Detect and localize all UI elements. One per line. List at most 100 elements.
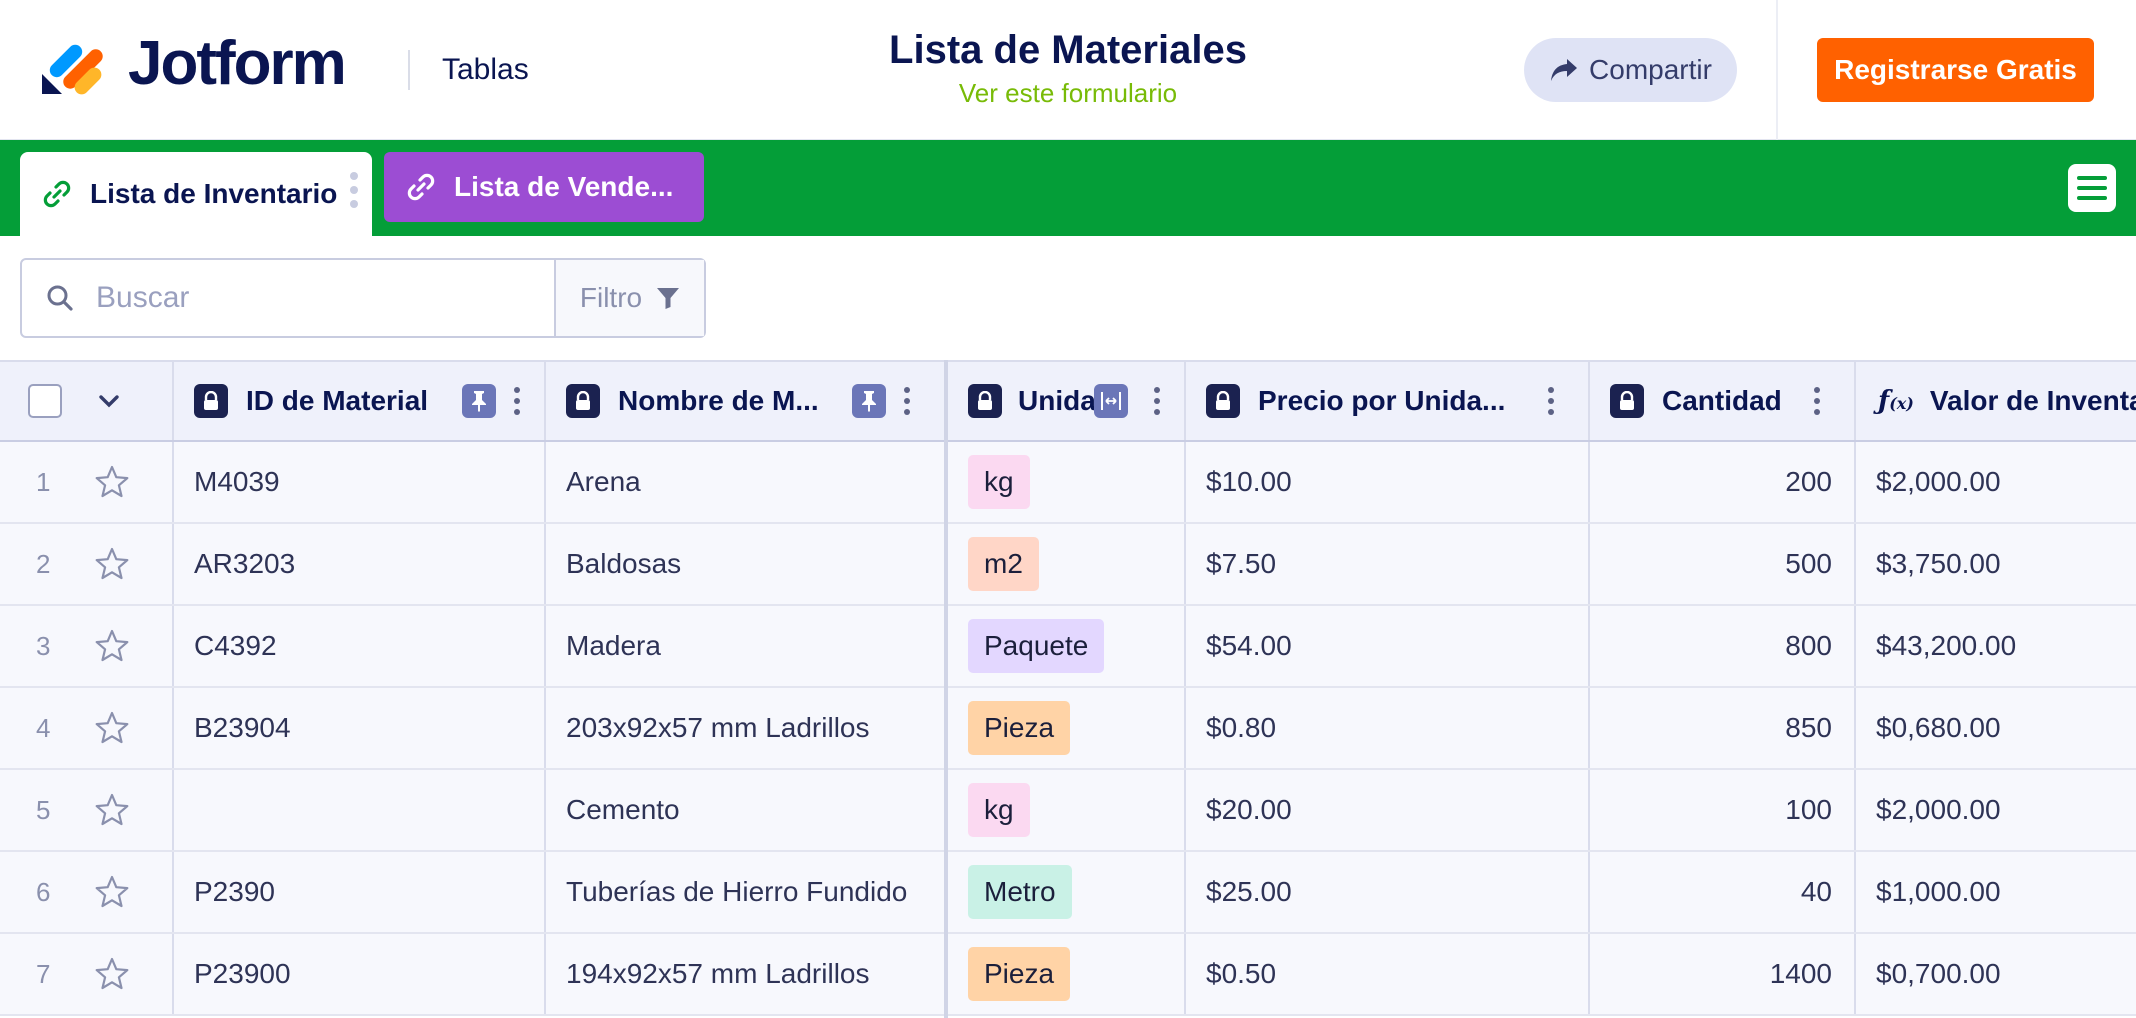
search-field[interactable] [22,260,556,336]
filter-button[interactable]: Filtro [556,260,704,336]
table-row[interactable]: 1 M4039 Arena kg $10.00 200 $2,000.00 [0,442,2136,524]
table-row[interactable]: 3 C4392 Madera Paquete $54.00 800 $43,200.00 [0,606,2136,688]
column-header-material-id[interactable]: ID de Material [174,362,546,440]
cell-unit[interactable]: m2 [946,524,1186,604]
lock-icon [1206,384,1240,418]
frozen-column-separator[interactable] [944,360,948,1018]
star-icon[interactable] [94,710,130,746]
cell-inventory-value[interactable]: $2,000.00 [1856,442,2136,522]
cell-material-name[interactable]: Cemento [546,770,946,850]
cell-unit[interactable]: Paquete [946,606,1186,686]
cell-unit-price[interactable]: $0.50 [1186,934,1590,1014]
row-number: 2 [36,548,51,579]
cell-material-name[interactable]: Madera [546,606,946,686]
star-icon[interactable] [94,792,130,828]
cell-quantity[interactable]: 850 [1590,688,1856,768]
cell-unit-price[interactable]: $10.00 [1186,442,1590,522]
cell-material-name[interactable]: 194x92x57 mm Ladrillos [546,934,946,1014]
share-label: Compartir [1589,54,1712,85]
cell-material-id[interactable]: M4039 [174,442,546,522]
column-header-unit-price[interactable]: Precio por Unida... [1186,362,1590,440]
row-number: 5 [36,794,51,825]
cell-quantity[interactable]: 500 [1590,524,1856,604]
cell-quantity[interactable]: 200 [1590,442,1856,522]
kebab-menu-icon[interactable] [514,387,520,415]
star-icon[interactable] [94,546,130,582]
kebab-menu-icon[interactable] [1153,387,1160,415]
table-header-row: ID de Material Nombre de M... Unida Prec… [0,360,2136,442]
cell-unit-price[interactable]: $25.00 [1186,852,1590,932]
cell-inventory-value[interactable]: $2,000.00 [1856,770,2136,850]
cell-inventory-value[interactable]: $0,680.00 [1856,688,2136,768]
share-button[interactable]: Compartir [1524,38,1737,102]
tab-options-icon[interactable] [350,172,358,208]
column-header-quantity[interactable]: Cantidad [1590,362,1856,440]
row-number: 1 [36,466,51,497]
star-icon[interactable] [94,464,130,500]
select-all-checkbox[interactable] [28,384,62,418]
star-icon[interactable] [94,628,130,664]
cell-inventory-value[interactable]: $3,750.00 [1856,524,2136,604]
cell-material-name[interactable]: Arena [546,442,946,522]
star-icon[interactable] [94,874,130,910]
cell-inventory-value[interactable]: $43,200.00 [1856,606,2136,686]
pin-icon[interactable] [852,384,886,418]
cell-material-id[interactable]: C4392 [174,606,546,686]
cell-quantity[interactable]: 40 [1590,852,1856,932]
column-header-material-name[interactable]: Nombre de M... [546,362,946,440]
cell-material-name[interactable]: Tuberías de Hierro Fundido [546,852,946,932]
cell-material-id[interactable] [174,770,546,850]
kebab-menu-icon[interactable] [904,387,910,415]
column-resize-icon[interactable] [1093,384,1128,418]
cell-material-name[interactable]: Baldosas [546,524,946,604]
table-row[interactable]: 2 AR3203 Baldosas m2 $7.50 500 $3,750.00 [0,524,2136,606]
hamburger-menu-icon[interactable] [2068,164,2116,212]
table-row[interactable]: 4 B23904 203x92x57 mm Ladrillos Pieza $0.80 8… [0,688,2136,770]
chevron-down-icon[interactable] [98,394,120,408]
kebab-menu-icon[interactable] [1814,387,1820,415]
cell-material-id[interactable]: P23900 [174,934,546,1014]
cell-inventory-value[interactable]: $1,000.00 [1856,852,2136,932]
cell-material-id[interactable]: B23904 [174,688,546,768]
tab-inventory-list[interactable]: Lista de Inventario [20,152,372,236]
formula-icon: ƒ(x) [1878,386,1914,416]
cell-unit[interactable]: kg [946,770,1186,850]
cell-unit[interactable]: Pieza [946,934,1186,1014]
lock-icon [194,384,228,418]
cell-unit[interactable]: Metro [946,852,1186,932]
kebab-menu-icon[interactable] [1548,387,1554,415]
table-row[interactable]: 7 P23900 194x92x57 mm Ladrillos Pieza $0.50 1… [0,934,2136,1016]
column-label: Precio por Unida... [1258,385,1506,416]
cell-material-name[interactable]: 203x92x57 mm Ladrillos [546,688,946,768]
cell-unit[interactable]: kg [946,442,1186,522]
search-input[interactable] [96,281,516,315]
cell-quantity[interactable]: 800 [1590,606,1856,686]
signup-button[interactable]: Registrarse Gratis [1817,38,2094,102]
row-header: 5 [0,770,174,850]
cell-material-id[interactable]: AR3203 [174,524,546,604]
unit-tag: kg [968,783,1030,837]
cell-material-id[interactable]: P2390 [174,852,546,932]
cell-unit-price[interactable]: $54.00 [1186,606,1590,686]
filter-funnel-icon [657,288,680,309]
unit-tag: Pieza [968,701,1071,755]
search-icon [47,285,73,311]
cell-unit-price[interactable]: $7.50 [1186,524,1590,604]
unit-tag: m2 [968,537,1039,591]
table-row[interactable]: 6 P2390 Tuberías de Hierro Fundido Metro $25… [0,852,2136,934]
column-header-inventory-value[interactable]: ƒ(x) Valor de Inventa [1856,362,2136,440]
column-header-unit[interactable]: Unida [946,362,1186,440]
cell-unit-price[interactable]: $20.00 [1186,770,1590,850]
row-number: 7 [36,958,51,989]
table-row[interactable]: 5 Cemento kg $20.00 100 $2,000.00 [0,770,2136,852]
pin-icon[interactable] [462,384,496,418]
tab-vendor-list[interactable]: Lista de Vende... [384,152,704,222]
lock-icon [968,384,1002,418]
cell-quantity[interactable]: 100 [1590,770,1856,850]
view-form-link[interactable]: Ver este formulario [959,78,1177,108]
cell-quantity[interactable]: 1400 [1590,934,1856,1014]
cell-unit-price[interactable]: $0.80 [1186,688,1590,768]
star-icon[interactable] [94,956,130,992]
cell-inventory-value[interactable]: $0,700.00 [1856,934,2136,1014]
cell-unit[interactable]: Pieza [946,688,1186,768]
